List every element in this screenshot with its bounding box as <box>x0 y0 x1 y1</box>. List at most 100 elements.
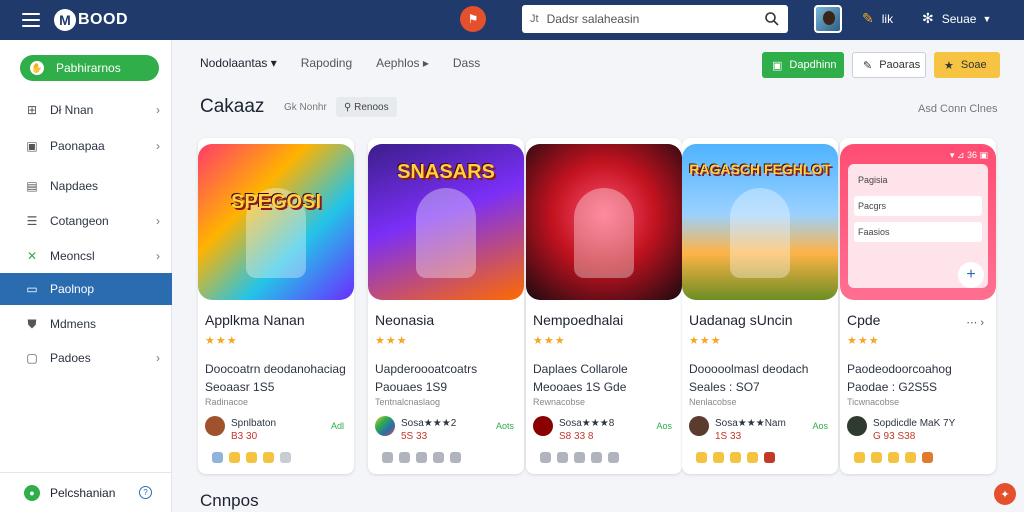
developer-avatar[interactable] <box>533 416 553 436</box>
badge-icon <box>229 452 240 463</box>
sidebar-item-6[interactable]: ▭ Paolnop <box>0 273 172 305</box>
grid-icon: ⊞ <box>26 103 38 117</box>
app-meta: Seales : SO7 <box>689 380 760 394</box>
badge-icon <box>713 452 724 463</box>
sidebar-item-7[interactable]: ⛊ Mdmens <box>0 308 172 340</box>
filter-3[interactable]: Aephlos ▸ <box>376 56 429 70</box>
app-logo[interactable]: M BOOD <box>54 9 128 31</box>
developer-meta: S8 33 8 <box>559 431 594 442</box>
sidebar-item-5[interactable]: ✕ Meoncsl › <box>0 240 172 272</box>
app-card[interactable]: SPEGOSI Applkma Nanan ★★★ Doocoatrn deodano… <box>198 138 354 474</box>
form-field[interactable]: Pagisia <box>854 170 914 190</box>
sidebar-item-3[interactable]: ▤ Napdaes <box>0 170 172 202</box>
help-icon[interactable]: ? <box>139 486 152 499</box>
badge-icon <box>280 452 291 463</box>
app-card[interactable]: Nempoedhalai ★★★ Daplaes Collarole Meooaes … <box>526 138 682 474</box>
sidebar-item-label: Dł Nnan <box>50 103 94 117</box>
rating-stars: ★★★ <box>533 335 566 347</box>
download-icon: ▣ <box>772 59 783 72</box>
util-menu[interactable]: ✎ lik <box>862 10 893 27</box>
app-card[interactable]: ▾ ⊿ 36 ▣ Pagisia Pacgrs Faasios + Cpde ★★★ Paod… <box>840 138 996 474</box>
sidebar-item-label: Cotangeon <box>50 214 109 228</box>
tag-icon: ⚲ <box>344 101 355 113</box>
filter-4[interactable]: Dass <box>453 56 480 70</box>
filter-1[interactable]: Nodolaantas ▾ <box>200 56 277 70</box>
status-icon: ● <box>24 484 40 501</box>
tool-icon: ✕ <box>26 249 38 263</box>
section-tag[interactable]: ⚲ Renoos <box>336 97 397 117</box>
app-artwork[interactable] <box>526 144 682 300</box>
developer-name: Spnlbaton <box>231 418 277 429</box>
add-icon[interactable]: + <box>958 262 984 288</box>
primary-action-button[interactable]: ▣ Dapdhinn <box>762 52 844 78</box>
badge-icon <box>608 452 619 463</box>
rating-stars: ★★★ <box>205 335 238 347</box>
badge-icon <box>764 452 775 463</box>
hand-icon: ✋ <box>30 61 44 75</box>
developer-avatar[interactable] <box>375 416 395 436</box>
badge-icon <box>730 452 741 463</box>
sidebar-item-4[interactable]: ☰ Cotangeon › <box>0 205 172 237</box>
bottom-section-title: Cnnpos <box>200 491 259 510</box>
app-artwork[interactable]: SNASARS <box>368 144 524 300</box>
badge-icon <box>854 452 865 463</box>
badge-icon <box>747 452 758 463</box>
app-description: Paodeodoorcoahog <box>847 362 952 376</box>
search-input[interactable]: Jt Dadsr salaheasin <box>522 5 788 33</box>
filter-2[interactable]: Rapoding <box>301 56 352 70</box>
sidebar-item-label: Paolnop <box>50 282 95 296</box>
developer-name: Sopdicdle MaK 7Y <box>873 418 956 429</box>
badge-icon <box>888 452 899 463</box>
price-badge: Aots <box>495 421 514 431</box>
user-avatar[interactable] <box>814 5 842 33</box>
price-badge: Aos <box>656 421 672 431</box>
sidebar-item-8[interactable]: ▢ Padoes › <box>0 342 172 374</box>
tools-icon: ✎ <box>862 10 874 26</box>
badge-icon <box>905 452 916 463</box>
badge-icon <box>416 452 427 463</box>
developer-avatar[interactable] <box>205 416 225 436</box>
tertiary-action-button[interactable]: ★ Soae <box>934 52 1000 78</box>
badge-icon <box>263 452 274 463</box>
form-field[interactable]: Faasios <box>854 222 982 242</box>
sidebar-footer[interactable]: ● Pelcshanian ? <box>0 472 172 512</box>
logo-text: BOOD <box>78 11 128 28</box>
see-all-link[interactable]: Asd Conn Clnes <box>918 103 998 115</box>
badge-icon <box>591 452 602 463</box>
app-artwork[interactable]: ▾ ⊿ 36 ▣ Pagisia Pacgrs Faasios + <box>840 144 996 300</box>
developer-avatar[interactable] <box>689 416 709 436</box>
search-icon[interactable] <box>764 11 780 27</box>
app-artwork[interactable]: RAGASCH FEGHLOT <box>682 144 838 300</box>
section-subtitle: Gk Nonhr <box>284 102 327 113</box>
account-label: Seuae <box>941 11 977 26</box>
account-menu[interactable]: ✻ Seuae ▼ <box>922 10 991 27</box>
app-category: Nenlacobse <box>689 397 737 407</box>
notification-icon[interactable]: ⚑ <box>460 6 486 32</box>
menu-icon[interactable] <box>22 13 40 27</box>
chevron-right-icon: › <box>156 103 160 117</box>
sidebar-item-1[interactable]: ⊞ Dł Nnan › <box>0 94 172 126</box>
developer-avatar[interactable] <box>847 416 867 436</box>
primary-action-label: Dapdhinn <box>789 59 837 71</box>
sidebar-item-label: Padoes <box>50 351 91 365</box>
chevron-right-icon: › <box>156 139 160 153</box>
search-prefix: Jt <box>530 13 539 25</box>
price-badge: Aos <box>812 421 828 431</box>
app-card[interactable]: RAGASCH FEGHLOT Uadanag sUncin ★★★ Dooooolm… <box>682 138 838 474</box>
chevron-right-icon: › <box>156 249 160 263</box>
more-icon[interactable]: ⋯ › <box>966 316 984 329</box>
app-name: Cpde <box>847 312 881 328</box>
sidebar: ✋ Pabhirarnos ⊞ Dł Nnan › ▣ Paonapaa › ▤ Napdae… <box>0 40 172 512</box>
box-icon: ▤ <box>26 179 38 193</box>
app-artwork[interactable]: SPEGOSI <box>198 144 354 300</box>
floating-action-button[interactable]: ✦ <box>994 483 1016 505</box>
badge-row <box>696 452 775 463</box>
app-card[interactable]: SNASARS Neonasia ★★★ Uapderoooatcoatrs Paoua… <box>368 138 524 474</box>
sidebar-primary-button[interactable]: ✋ Pabhirarnos <box>20 55 159 81</box>
badge-icon <box>450 452 461 463</box>
app-meta: Paodae : G2S5S <box>847 380 938 394</box>
form-field[interactable]: Pacgrs <box>854 196 982 216</box>
sidebar-item-2[interactable]: ▣ Paonapaa › <box>0 130 172 162</box>
secondary-action-button[interactable]: ✎ Paoaras <box>852 52 926 78</box>
rating-stars: ★★★ <box>689 335 722 347</box>
